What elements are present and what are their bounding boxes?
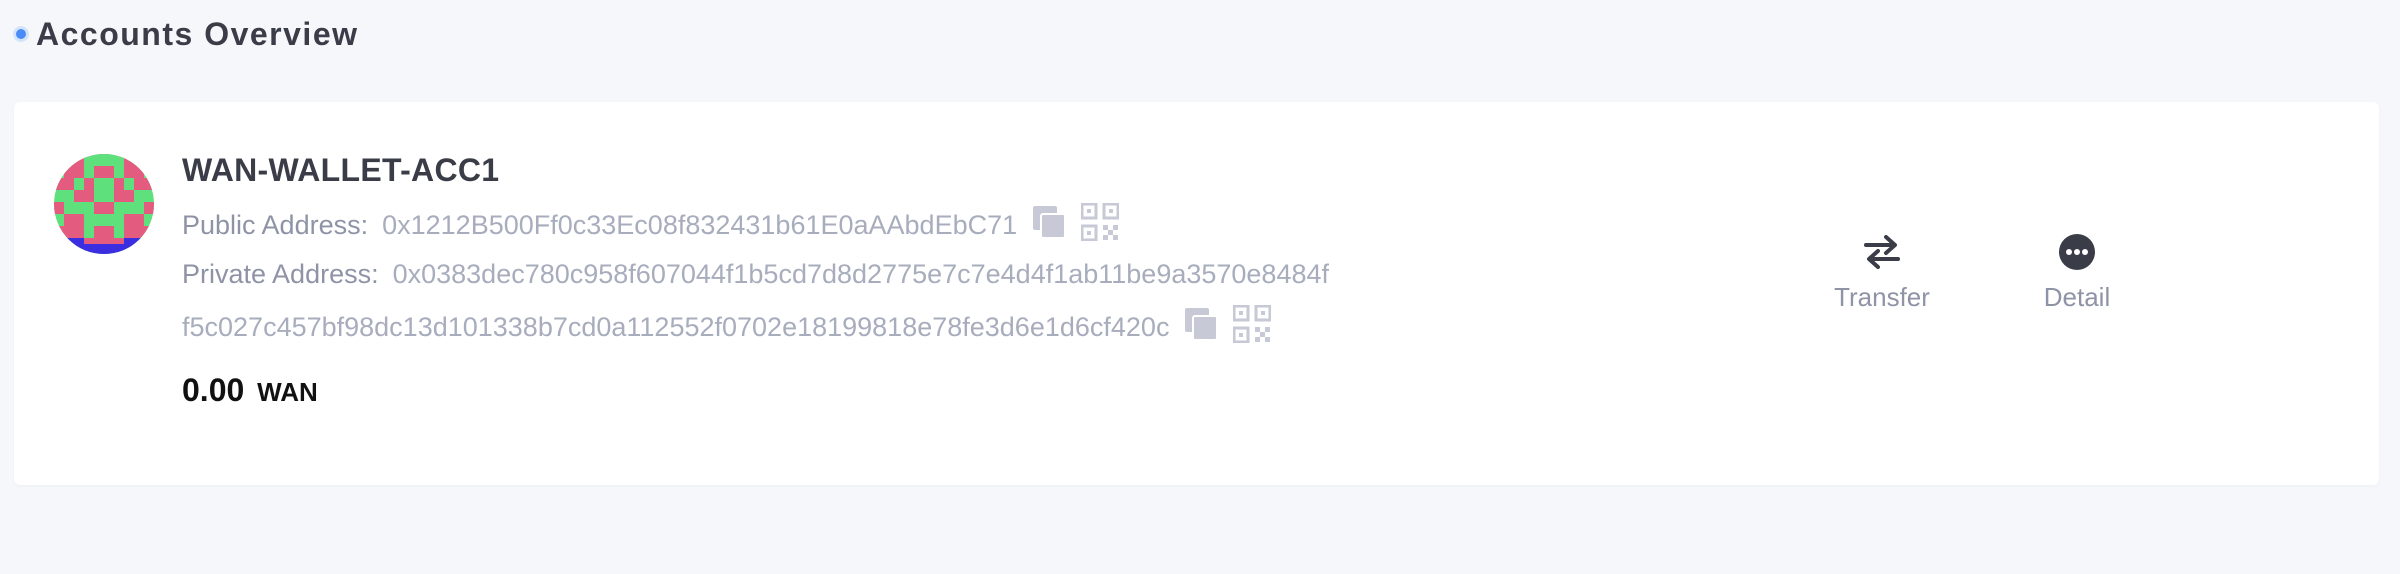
- page-title: Accounts Overview: [36, 15, 359, 52]
- qrcode-icon[interactable]: [1080, 202, 1120, 248]
- section-header: Accounts Overview: [16, 14, 359, 54]
- detail-label: Detail: [2043, 282, 2111, 312]
- private-address-value-line1: 0x0383dec780c958f607044f1b5cd7d8d2775e7c…: [392, 259, 1329, 289]
- account-name: WAN-WALLET-ACC1: [182, 152, 500, 188]
- public-address-value: 0x1212B500Ff0c33Ec08f832431b61E0aAAbdEbC…: [382, 210, 1018, 240]
- private-address-row: Private Address: 0x0383dec780c958f607044…: [182, 259, 1329, 290]
- qrcode-icon[interactable]: [1232, 304, 1272, 350]
- transfer-button[interactable]: Transfer: [1822, 232, 1942, 313]
- public-address-label: Public Address:: [182, 210, 369, 240]
- balance-unit: WAN: [257, 377, 318, 407]
- accounts-page: Accounts Overview WAN-WALLET-ACC1 Public…: [0, 0, 2400, 574]
- public-address-row: Public Address: 0x1212B500Ff0c33Ec08f832…: [182, 202, 1120, 249]
- section-dot-icon: [16, 29, 26, 39]
- account-card: WAN-WALLET-ACC1 Public Address: 0x1212B5…: [14, 102, 2379, 485]
- detail-button[interactable]: Detail: [2017, 232, 2137, 313]
- copy-icon[interactable]: [1029, 202, 1069, 249]
- account-avatar: [54, 154, 154, 254]
- transfer-label: Transfer: [1834, 282, 1930, 312]
- account-balance: 0.00 WAN: [182, 372, 318, 409]
- swap-arrows-icon: [1822, 232, 1942, 272]
- private-address-row-continued: f5c027c457bf98dc13d101338b7cd0a112552f07…: [182, 304, 1272, 351]
- balance-amount: 0.00: [182, 372, 245, 408]
- private-address-value-line2: f5c027c457bf98dc13d101338b7cd0a112552f07…: [182, 312, 1170, 342]
- more-dots-icon: [2017, 232, 2137, 272]
- copy-icon[interactable]: [1181, 304, 1221, 351]
- private-address-label: Private Address:: [182, 259, 379, 289]
